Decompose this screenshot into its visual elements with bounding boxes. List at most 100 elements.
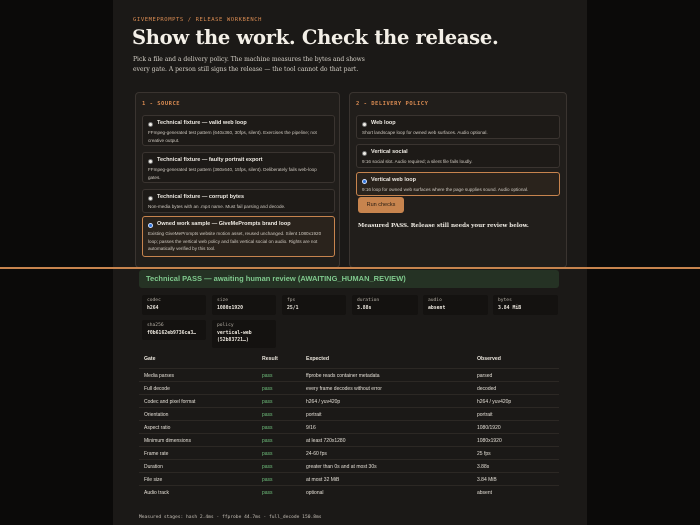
metric-label: sha256: [147, 323, 164, 328]
intro-text: Pick a file and a delivery policy. The m…: [133, 56, 365, 73]
table-row: Orientation pass portrait portrait: [139, 407, 559, 420]
expected-cell: at most 32 MiB: [306, 477, 340, 483]
measured-stages: Measured stages: hash 2.4ms · ffprobe 44…: [139, 515, 322, 520]
result-cell: pass: [262, 451, 273, 457]
observed-cell: 3.84 MiB: [477, 477, 497, 483]
result-cell: pass: [262, 490, 273, 496]
expected-cell: 24-60 fps: [306, 451, 327, 457]
observed-cell: decoded: [477, 386, 497, 392]
metric-label: audio: [428, 298, 442, 303]
metric-value: absent: [428, 306, 446, 311]
source-option-valid-loop[interactable]: Technical fixture — valid web loop FFmpe…: [142, 115, 335, 146]
option-title: Technical fixture — faulty portrait expo…: [157, 157, 263, 163]
option-description: 9:16 loop for owned web surfaces where t…: [362, 187, 529, 192]
metric-label: size: [217, 298, 229, 303]
header-result: Result: [262, 356, 278, 362]
radio-icon[interactable]: [362, 151, 367, 156]
expected-cell: portrait: [306, 412, 322, 418]
expected-cell: every frame decodes without error: [306, 386, 382, 392]
observed-cell: 25 fps: [477, 451, 491, 457]
observed-cell: 3.88s: [477, 464, 490, 470]
expected-cell: h264 / yuv420p: [306, 399, 341, 405]
option-title: Technical fixture — corrupt bytes: [157, 194, 245, 200]
left-backdrop: [0, 0, 113, 525]
result-cell: pass: [262, 399, 273, 405]
run-checks-button[interactable]: Run checks: [358, 197, 404, 213]
gate-cell: Aspect ratio: [144, 425, 171, 431]
policy-option-vertical-social[interactable]: Vertical social 9:16 social slot. Audio …: [356, 144, 560, 168]
metric-value: 3.88s: [357, 306, 372, 311]
metric-duration: duration 3.88s: [352, 295, 418, 315]
observed-cell: h264 / yuv420p: [477, 399, 512, 405]
metric-audio: audio absent: [423, 295, 488, 315]
observed-cell: 1080x1920: [477, 438, 502, 444]
option-title: Web loop: [371, 120, 396, 126]
metric-value: 3.84 MiB: [498, 306, 522, 311]
gate-cell: Media parses: [144, 373, 175, 379]
option-description: Existing GiveMePrompts website motion as…: [148, 231, 322, 251]
header-observed: Observed: [477, 356, 501, 362]
option-title: Vertical social: [371, 149, 408, 155]
table-row: Codec and pixel format pass h264 / yuv42…: [139, 394, 559, 407]
gate-cell: Orientation: [144, 412, 169, 418]
status-banner: Technical PASS — awaiting human review (…: [139, 270, 559, 288]
metric-label: policy: [217, 323, 234, 328]
header-expected: Expected: [306, 356, 330, 362]
table-row: Aspect ratio pass 9/16 1080/1920: [139, 420, 559, 433]
expected-cell: greater than 0s and at most 30s: [306, 464, 377, 470]
result-cell: pass: [262, 425, 273, 431]
option-description: FFmpeg-generated test pattern (360x640, …: [148, 167, 317, 180]
result-cell: pass: [262, 438, 273, 444]
gate-cell: Codec and pixel format: [144, 399, 196, 405]
observed-cell: parsed: [477, 373, 493, 379]
brand-label: GIVEMEPROMPTS / RELEASE WORKBENCH: [133, 17, 263, 23]
metric-value: h264: [147, 306, 159, 311]
table-row: Media parses pass ffprobe reads containe…: [139, 368, 559, 381]
source-option-brand-loop[interactable]: Owned work sample — GiveMePrompts brand …: [142, 216, 335, 257]
source-option-faulty-portrait[interactable]: Technical fixture — faulty portrait expo…: [142, 152, 335, 183]
metric-value-hash: (52b83721…): [217, 338, 249, 343]
metric-value: f0b6162eb9736ca3…: [147, 331, 197, 336]
gate-cell: File size: [144, 477, 163, 483]
radio-icon[interactable]: [148, 122, 153, 127]
radio-icon[interactable]: [362, 179, 367, 184]
radio-icon[interactable]: [148, 223, 153, 228]
radio-icon[interactable]: [148, 159, 153, 164]
delivery-panel: 2 - DELIVERY POLICY Web loop Short lands…: [349, 92, 567, 268]
metric-value: 1080x1920: [217, 306, 243, 311]
result-cell: pass: [262, 464, 273, 470]
option-title: Vertical web loop: [371, 177, 416, 183]
metric-label: duration: [357, 298, 380, 303]
policy-option-web-loop[interactable]: Web loop Short landscape loop for owned …: [356, 115, 560, 139]
expected-cell: optional: [306, 490, 324, 496]
gate-cell: Minimum dimensions: [144, 438, 191, 444]
table-row: Frame rate pass 24-60 fps 25 fps: [139, 446, 559, 459]
result-cell: pass: [262, 373, 273, 379]
gate-cell: Audio track: [144, 490, 170, 496]
table-row: Minimum dimensions pass at least 720x128…: [139, 433, 559, 446]
table-row: Duration pass greater than 0s and at mos…: [139, 459, 559, 472]
option-description: FFmpeg-generated test pattern (640x360, …: [148, 130, 317, 143]
section-divider: [0, 267, 700, 269]
observed-cell: 1080/1920: [477, 425, 501, 431]
status-text: Technical PASS — awaiting human review (…: [146, 274, 406, 283]
metric-value: vertical-web: [217, 331, 252, 336]
radio-icon[interactable]: [362, 122, 367, 127]
table-row: Full decode pass every frame decodes wit…: [139, 381, 559, 394]
metric-label: bytes: [498, 298, 512, 303]
expected-cell: ffprobe reads container metadata: [306, 373, 380, 379]
metric-label: fps: [287, 298, 296, 303]
result-cell: pass: [262, 477, 273, 483]
page: GIVEMEPROMPTS / RELEASE WORKBENCH Show t…: [0, 0, 700, 525]
option-title: Technical fixture — valid web loop: [157, 120, 247, 126]
gate-cell: Frame rate: [144, 451, 169, 457]
right-backdrop: [587, 0, 700, 525]
expected-cell: 9/16: [306, 425, 316, 431]
source-option-corrupt-bytes[interactable]: Technical fixture — corrupt bytes Non-me…: [142, 189, 335, 213]
metric-codec: codec h264: [142, 295, 206, 315]
option-title: Owned work sample — GiveMePrompts brand …: [157, 221, 291, 227]
policy-option-vertical-web-loop[interactable]: Vertical web loop 9:16 loop for owned we…: [356, 172, 560, 196]
radio-icon[interactable]: [148, 196, 153, 201]
delivery-heading: 2 - DELIVERY POLICY: [356, 101, 429, 107]
observed-cell: portrait: [477, 412, 493, 418]
